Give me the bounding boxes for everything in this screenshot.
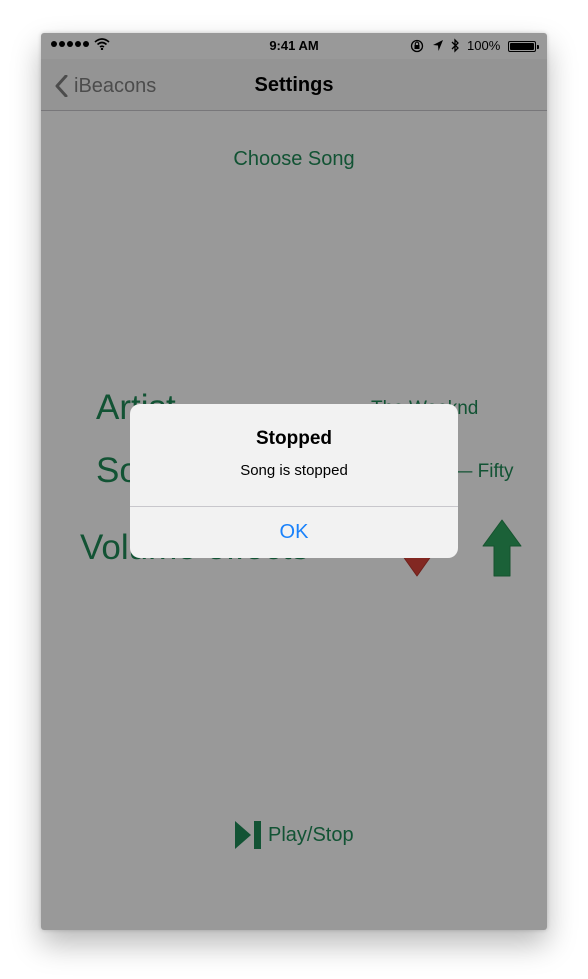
- alert-ok-button[interactable]: OK: [130, 507, 458, 558]
- alert-dialog: Stopped Song is stopped OK: [130, 404, 458, 558]
- alert-message: Song is stopped: [240, 462, 348, 479]
- alert-title: Stopped: [256, 428, 332, 449]
- phone-screen: 9:41 AM 100% iBeacons Settings Choose So…: [41, 33, 547, 930]
